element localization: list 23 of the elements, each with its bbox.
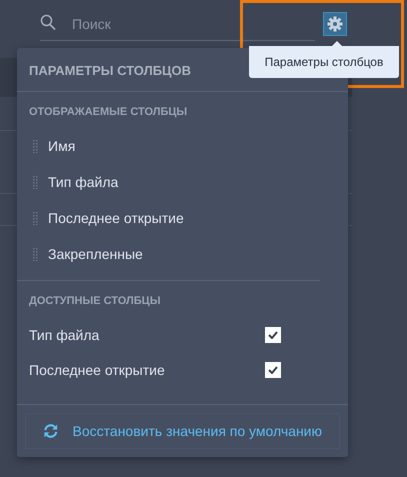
check-icon [268,366,278,374]
reset-defaults-button[interactable]: Восстановить значения по умолчанию [25,413,340,449]
checkbox[interactable] [265,362,281,378]
column-name: Имя [48,138,76,154]
column-name: Последнее открытие [29,362,165,378]
section-heading: ОТОБРАЖАЕМЫЕ СТОЛБЦЫ [28,105,188,120]
refresh-icon [43,423,59,439]
search-field[interactable]: Поиск [40,8,315,41]
drag-handle-icon[interactable] [33,248,38,260]
settings-button[interactable] [323,12,347,36]
drag-handle-icon[interactable] [33,176,38,188]
column-name: Закрепленные [48,246,143,262]
search-icon [40,14,56,31]
column-name: Тип файла [29,326,100,342]
checkbox[interactable] [265,326,281,342]
column-name: Последнее открытие [48,210,184,226]
tooltip: Параметры столбцов [249,41,399,78]
drag-handle-icon[interactable] [33,140,38,152]
column-name: Тип файла [48,174,118,190]
section-heading: ДОСТУПНЫЕ СТОЛБЦЫ [28,294,162,309]
drag-handle-icon[interactable] [33,212,38,224]
settings-icon [327,16,343,32]
check-icon [268,330,278,338]
